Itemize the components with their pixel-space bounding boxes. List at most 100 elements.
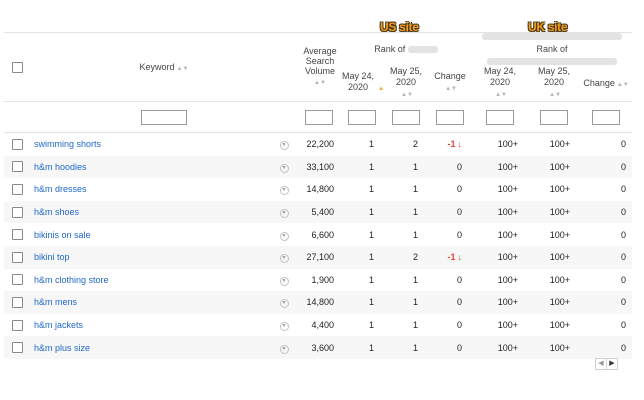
us-rank-may25: 1	[384, 155, 428, 179]
row-checkbox[interactable]	[11, 297, 23, 309]
sort-arrows-icon: ▲▼	[401, 91, 413, 98]
uk-change-filter-input[interactable]	[592, 109, 621, 125]
avg-search-header[interactable]: Average Search Volume ▲▼	[298, 32, 340, 102]
table-row: h&m jackets ▼ 4,400 1 1 0 100+ 100+ 0	[4, 314, 632, 337]
uk-rank-may24: 100+	[472, 155, 529, 179]
uk-rank-may25: 100+	[549, 139, 571, 150]
us-rank-may24: 1	[340, 155, 384, 179]
us-rank-may25: 1	[384, 200, 428, 224]
search-volume: 14,800	[306, 184, 334, 195]
us-may25-header[interactable]: May 25, 2020 ▲▼	[384, 65, 428, 102]
keyword-link[interactable]: h&m shoes	[30, 200, 270, 224]
change-value: 0	[457, 184, 463, 195]
us-change-header[interactable]: Change ▲▼	[428, 65, 472, 102]
arrow-down-icon: ↓	[457, 139, 463, 150]
search-volume: 3,600	[298, 336, 340, 359]
chevron-down-circle-icon[interactable]: ▼	[279, 276, 289, 286]
us-change-filter-input[interactable]	[436, 109, 465, 125]
us-change-label: Change	[434, 71, 466, 81]
arrow-down-icon: ↓	[457, 252, 463, 263]
uk-rank-may25: 100+	[549, 274, 571, 285]
chevron-down-circle-icon[interactable]: ▼	[279, 141, 289, 151]
volume-filter-input[interactable]	[305, 109, 333, 125]
uk-may25-filter-input[interactable]	[540, 109, 569, 125]
keyword-link[interactable]: h&m plus size	[30, 336, 270, 359]
keyword-link[interactable]: h&m jackets	[30, 314, 270, 337]
row-checkbox[interactable]	[11, 161, 23, 173]
search-volume: 1,900	[311, 274, 334, 285]
us-may24-header[interactable]: May 24, 2020 ▲	[340, 65, 384, 102]
row-checkbox[interactable]	[11, 274, 23, 286]
keyword-link[interactable]: bikini top	[30, 245, 270, 269]
sort-arrows-icon: ▲▼	[616, 82, 629, 88]
uk-may25-header[interactable]: May 25, 2020 ▲▼	[528, 65, 580, 102]
search-volume: 4,400	[311, 320, 334, 331]
uk-may24-header[interactable]: May 24, 2020 ▲▼	[472, 65, 528, 102]
us-rank-may24: 1	[368, 139, 374, 150]
uk-rank-may25: 100+	[528, 245, 581, 269]
pagination: ◀ ▶	[595, 358, 618, 370]
row-checkbox[interactable]	[11, 206, 23, 218]
us-rank-may25: 1	[412, 274, 418, 285]
us-rank-may25: 1	[384, 336, 428, 359]
table-row: h&m dresses ▼ 14,800 1 1 0 100+ 100+ 0	[4, 178, 632, 201]
us-rank-change: 0	[428, 178, 472, 201]
us-rank-of-label: Rank of	[374, 44, 406, 54]
uk-rank-group-header: Rank of	[472, 32, 633, 65]
chevron-down-circle-icon[interactable]: ▼	[279, 299, 289, 309]
chevron-right-icon[interactable]: ▶	[606, 358, 618, 370]
avg-search-label: Average Search Volume	[303, 46, 337, 76]
table-row: h&m plus size ▼ 3,600 1 1 0 100+ 100+ 0	[4, 336, 633, 359]
us-rank-change: 0	[428, 314, 472, 337]
keyword-link[interactable]: h&m hoodies	[30, 155, 270, 179]
chevron-down-circle-icon[interactable]: ▼	[279, 209, 289, 219]
table-row: h&m shoes ▼ 5,400 1 1 0 100+ 100+ 0	[4, 200, 633, 224]
us-may25-filter-input[interactable]	[392, 109, 420, 125]
table-row: swimming shorts ▼ 22,200 1 2 -1 ↓ 100+ 100+ 0	[4, 133, 632, 156]
change-value: -1	[447, 139, 456, 150]
keyword-link[interactable]: h&m dresses	[30, 178, 270, 201]
row-checkbox[interactable]	[11, 319, 23, 331]
chevron-down-circle-icon[interactable]: ▼	[279, 254, 289, 264]
us-may24-filter-input[interactable]	[348, 109, 376, 125]
us-rank-may25: 2	[384, 245, 428, 269]
us-rank-may24: 1	[368, 320, 374, 331]
row-checkbox[interactable]	[11, 251, 23, 263]
search-volume: 14,800	[298, 291, 340, 314]
us-rank-group-header: Rank of	[340, 32, 473, 65]
keyword-link[interactable]: h&m clothing store	[30, 269, 270, 292]
uk-rank-change: 0	[621, 320, 627, 331]
us-rank-may25: 2	[412, 139, 418, 150]
us-rank-change: 0	[428, 223, 472, 246]
chevron-down-circle-icon[interactable]: ▼	[279, 344, 289, 354]
uk-rank-change: 0	[580, 245, 633, 269]
select-all-checkbox[interactable]	[11, 61, 23, 73]
chevron-down-circle-icon[interactable]: ▼	[279, 163, 289, 173]
us-rank-change: -1 ↓	[428, 245, 473, 269]
uk-rank-may25: 100+	[549, 320, 571, 331]
chevron-down-circle-icon[interactable]: ▼	[279, 322, 289, 332]
row-checkbox[interactable]	[11, 184, 23, 196]
us-rank-may24: 1	[340, 336, 384, 359]
change-value: 0	[457, 161, 463, 172]
us-rank-change: 0	[428, 336, 473, 359]
us-rank-may25: 1	[412, 184, 418, 195]
keyword-header[interactable]: Keyword ▲▼	[30, 32, 298, 102]
us-rank-may24: 1	[340, 200, 384, 224]
row-checkbox[interactable]	[11, 138, 23, 150]
keyword-link[interactable]: h&m mens	[30, 291, 270, 314]
uk-rank-change: 0	[580, 155, 633, 179]
uk-may24-filter-input[interactable]	[486, 109, 515, 125]
keyword-link[interactable]: swimming shorts	[30, 133, 270, 156]
uk-change-header[interactable]: Change ▲▼	[580, 65, 632, 102]
uk-rank-change: 0	[621, 274, 627, 285]
keyword-link[interactable]: bikinis on sale	[30, 223, 270, 246]
keyword-filter-input[interactable]	[141, 109, 187, 125]
chevron-down-circle-icon[interactable]: ▼	[279, 231, 289, 241]
keyword-rank-table: Keyword ▲▼ Average Search Volume ▲▼ Rank o…	[4, 32, 633, 359]
us-rank-may24: 1	[340, 291, 384, 314]
row-checkbox[interactable]	[11, 229, 23, 241]
row-checkbox[interactable]	[11, 342, 23, 354]
chevron-down-circle-icon[interactable]: ▼	[279, 186, 289, 196]
search-volume: 5,400	[298, 200, 340, 224]
